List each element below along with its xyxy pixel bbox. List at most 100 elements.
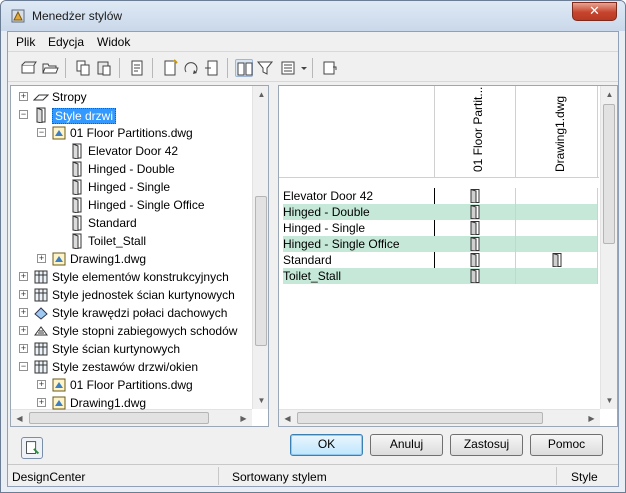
help-button[interactable]: Pomoc [530,434,603,456]
expand-icon[interactable]: + [19,326,28,335]
expand-icon[interactable]: + [37,380,46,389]
apply-button[interactable]: Zastosuj [450,434,523,456]
title-bar[interactable]: Menedżer stylów ✕ [1,1,625,31]
tree-item[interactable]: + Style ścian kurtynowych [11,340,251,358]
tree-vertical-scrollbar[interactable]: ▲ ▼ [252,86,268,409]
scroll-right-icon[interactable]: ▶ [583,410,600,426]
scroll-right-icon[interactable]: ▶ [235,410,252,426]
tree-item[interactable]: − 01 Floor Partitions.dwg [11,124,251,142]
grid-vertical-scrollbar[interactable]: ▲ ▼ [600,86,617,409]
tree-item[interactable]: Elevator Door 42 [11,142,251,160]
drawing-file-icon [51,377,67,393]
grid-row[interactable]: Hinged - Single Office [283,236,598,252]
window-title: Menedżer stylów [32,9,123,23]
refresh-icon[interactable] [321,59,339,77]
tree-item[interactable]: + Style jednostek ścian kurtynowych [11,286,251,304]
tree-item[interactable]: + Style elementów konstrukcyjnych [11,268,251,286]
style-grid[interactable]: 01 Floor Partit... Drawing1.dwg ▲ ▼ ◀ ▶ … [278,85,618,427]
grid-row-label: Hinged - Double [283,205,370,219]
cancel-button[interactable]: Anuluj [370,434,443,456]
grid-row-label: Hinged - Single Office [283,237,400,251]
grid-row[interactable]: Toilet_Stall [283,268,598,284]
expand-icon[interactable]: + [37,254,46,263]
scroll-down-icon[interactable]: ▼ [601,392,617,409]
door-style-icon[interactable] [469,204,481,220]
grid-cell-divider [597,252,598,268]
tree-item[interactable]: Hinged - Single [11,178,251,196]
tree-item[interactable]: + Style stopni zabiegowych schodów [11,322,251,340]
door-style-icon[interactable] [551,252,563,268]
scroll-thumb[interactable] [297,412,543,424]
grid-cell-divider [515,268,516,284]
expand-icon[interactable]: + [19,344,28,353]
tree-item[interactable]: − Style drzwi [11,106,251,124]
scroll-up-icon[interactable]: ▲ [601,86,617,103]
scroll-left-icon[interactable]: ◀ [279,410,296,426]
scroll-down-icon[interactable]: ▼ [253,392,268,409]
grid-cell-divider [597,236,598,252]
menu-plik[interactable]: Plik [16,35,35,49]
grid-row[interactable]: Hinged - Single [283,220,598,236]
door-style-icon[interactable] [469,188,481,204]
scroll-thumb[interactable] [29,412,209,424]
copy-icon[interactable] [74,59,92,77]
column-header-floor-partitions[interactable]: 01 Floor Partit... [469,87,485,172]
purge-icon[interactable] [128,59,146,77]
expand-icon[interactable]: + [19,272,28,281]
scroll-up-icon[interactable]: ▲ [253,86,268,103]
new-icon[interactable] [20,59,38,77]
door-style-icon [69,215,85,232]
door-style-icon[interactable] [469,236,481,252]
tree-item[interactable]: Standard [11,214,251,232]
toggle-view-icon[interactable] [235,59,253,77]
new-style-icon[interactable] [161,59,179,77]
expand-icon[interactable]: + [37,398,46,407]
expand-icon[interactable]: + [19,92,28,101]
menu-widok[interactable]: Widok [97,35,130,49]
collapse-icon[interactable]: − [37,128,46,137]
toolbar-separator [227,58,228,78]
grid-cell-divider [515,188,516,204]
tree-item-label: Style stopni zabiegowych schodów [52,324,238,338]
door-style-icon[interactable] [469,252,481,268]
ok-button[interactable]: OK [290,434,363,456]
expand-icon[interactable]: + [19,290,28,299]
grid-row[interactable]: Elevator Door 42 [283,188,598,204]
grid-row[interactable]: Standard [283,252,598,268]
style-tools-icon[interactable] [21,437,43,459]
close-button[interactable]: ✕ [572,2,617,21]
grid-horizontal-scrollbar[interactable]: ◀ ▶ [279,409,600,426]
open-folder-icon[interactable] [41,59,59,77]
scroll-thumb[interactable] [255,196,267,346]
menu-edycja[interactable]: Edycja [48,35,84,49]
tree-item[interactable]: + Style krawędzi połaci dachowych [11,304,251,322]
set-from-icon[interactable] [203,59,221,77]
column-header-drawing1[interactable]: Drawing1.dwg [551,92,567,172]
collapse-icon[interactable]: − [19,362,28,371]
door-style-icon[interactable] [469,268,481,284]
door-style-icon[interactable] [469,220,481,236]
roof-slab-edge-icon [33,305,49,321]
edit-style-icon[interactable] [182,59,200,77]
tree-item[interactable]: − Style zestawów drzwi/okien [11,358,251,376]
tree-item[interactable]: Hinged - Double [11,160,251,178]
tree-item[interactable]: + Drawing1.dwg [11,250,251,268]
tree-item-label: Hinged - Double [88,162,175,176]
grid-row[interactable]: Hinged - Double [283,204,598,220]
drawing-file-icon [51,125,67,141]
paste-icon[interactable] [95,59,113,77]
tree-item[interactable]: Hinged - Single Office [11,196,251,214]
grid-row-label: Hinged - Single [283,221,366,235]
expand-icon[interactable]: + [19,308,28,317]
scroll-left-icon[interactable]: ◀ [11,410,28,426]
tree-item[interactable]: +01 Floor Partitions.dwg [11,376,251,394]
column-divider [597,86,598,178]
tree-item[interactable]: + Stropy [11,88,251,106]
style-tree[interactable]: ▲ ▼ ◀ ▶ + Stropy − Style drzwi −01 Floor Par… [10,85,269,427]
chevron-down-icon[interactable] [295,59,307,77]
filter-icon[interactable] [256,59,274,77]
scroll-thumb[interactable] [603,104,615,244]
tree-item[interactable]: Toilet_Stall [11,232,251,250]
collapse-icon[interactable]: − [19,110,28,119]
tree-item[interactable]: + Drawing1.dwg [11,394,251,412]
